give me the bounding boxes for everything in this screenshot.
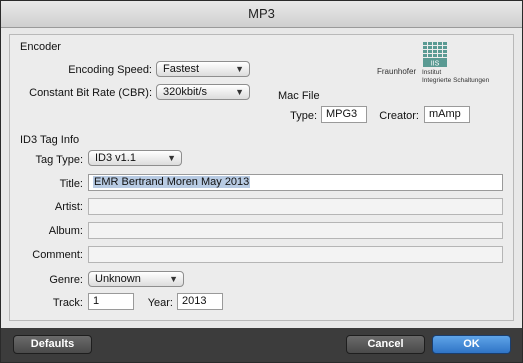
encoder-section-label: Encoder [20,41,61,53]
comment-field[interactable] [88,246,503,263]
artist-label: Artist: [54,201,83,213]
tag-type-value: ID3 v1.1 [95,152,136,164]
track-field[interactable]: 1 [88,293,134,310]
tag-type-label: Tag Type: [35,154,84,166]
artist-field[interactable] [88,198,503,215]
encoding-speed-value: Fastest [163,63,200,75]
chevron-down-icon: ▼ [235,87,244,97]
tag-type-popup[interactable]: ID3 v1.1 ▼ [88,150,182,166]
bitrate-value: 320kbit/s [163,86,208,98]
chevron-down-icon: ▼ [235,64,244,74]
genre-value: Unknown [95,273,141,285]
title-field[interactable]: EMR Bertrand Moren May 2013 [88,174,503,191]
chevron-down-icon: ▼ [167,153,176,163]
logo-wordmark: Fraunhofer [377,67,417,76]
title-bar[interactable]: MP3 [1,1,522,28]
cancel-button[interactable]: Cancel [346,335,425,354]
comment-label: Comment: [32,249,83,261]
logo-badge: IIS [431,61,440,68]
title-value: EMR Bertrand Moren May 2013 [93,176,251,188]
album-label: Album: [48,225,83,237]
bitrate-popup[interactable]: 320kbit/s ▼ [156,84,250,100]
genre-popup[interactable]: Unknown ▼ [88,271,184,287]
year-field[interactable]: 2013 [177,293,223,310]
track-label: Track: [52,297,83,309]
encoding-speed-label: Encoding Speed: [68,64,152,76]
defaults-button[interactable]: Defaults [13,335,92,354]
window-title: MP3 [248,6,275,21]
genre-label: Genre: [49,274,83,286]
type-field[interactable]: MPG3 [321,106,367,123]
ok-button[interactable]: OK [432,335,511,354]
creator-value: mAmp [429,108,461,120]
logo-subtitle: Institut Integrierte Schaltungen [422,69,489,85]
encoding-speed-popup[interactable]: Fastest ▼ [156,61,250,77]
creator-field[interactable]: mAmp [424,106,470,123]
mp3-dialog: MP3 Encoder Encoding Speed: Fastest ▼ Co… [0,0,523,363]
bitrate-label: Constant Bit Rate (CBR): [29,87,152,99]
type-value: MPG3 [326,108,358,120]
year-label: Year: [147,297,173,309]
type-label: Type: [290,110,317,122]
logo-line-1: Institut [422,69,442,76]
logo-line-2: Integrierte Schaltungen [422,77,490,84]
creator-label: Creator: [379,110,419,122]
id3-section-label: ID3 Tag Info [20,134,80,146]
mac-file-section-label: Mac File [278,90,320,102]
track-value: 1 [93,295,100,307]
title-label: Title: [59,178,83,190]
year-value: 2013 [182,295,207,307]
chevron-down-icon: ▼ [169,274,178,284]
album-field[interactable] [88,222,503,239]
